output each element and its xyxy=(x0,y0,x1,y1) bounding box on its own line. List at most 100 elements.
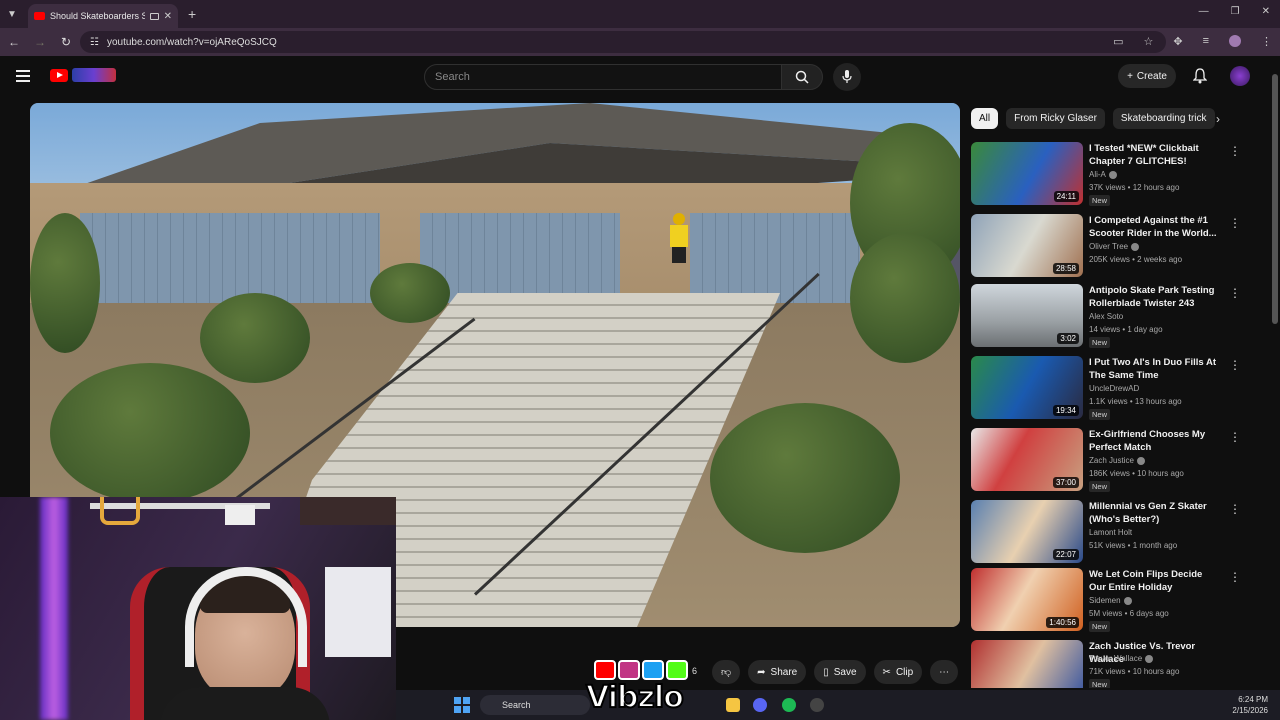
back-icon[interactable]: ← xyxy=(2,35,26,49)
voice-search-button[interactable] xyxy=(833,63,861,91)
more-options-icon[interactable]: ⋮ xyxy=(1229,570,1241,584)
scrollbar-thumb[interactable] xyxy=(1272,74,1278,324)
dislike-button[interactable]: 👎︎ xyxy=(712,660,741,684)
taskbar-search[interactable]: Search xyxy=(480,695,590,715)
channel-label: Trevor Wallace xyxy=(1089,654,1143,663)
minimize-icon[interactable]: — xyxy=(1199,6,1209,17)
streamer-shirt xyxy=(160,687,330,720)
browser-tab[interactable]: Should Skateboarders Start ✕ xyxy=(28,4,178,28)
search-button[interactable] xyxy=(781,64,823,90)
app-icon[interactable] xyxy=(810,698,824,712)
more-horizontal-icon: ⋯ xyxy=(939,666,950,678)
page-scrollbar[interactable] xyxy=(1272,62,1278,684)
recommendation-item[interactable]: 37:00 Ex-Girlfriend Chooses My Perfect M… xyxy=(971,428,1241,494)
chip-from-channel[interactable]: From Ricky Glaser xyxy=(1006,108,1105,129)
more-options-icon[interactable]: ⋮ xyxy=(1229,286,1241,300)
recommendation-item[interactable]: 3:02 Antipolo Skate Park Testing Rollerb… xyxy=(971,284,1241,350)
channel-name[interactable]: Alex Soto xyxy=(1089,312,1123,321)
notifications-bell-icon[interactable] xyxy=(1192,68,1208,89)
video-thumbnail[interactable]: 19:34 xyxy=(971,356,1083,419)
video-title[interactable]: Millennial vs Gen Z Skater (Who's Better… xyxy=(1089,500,1217,526)
webcam-overlay xyxy=(0,497,396,720)
taskbar-clock[interactable]: 6:24 PM 2/15/2026 xyxy=(1232,694,1268,716)
recommendation-item[interactable]: 22:07 Millennial vs Gen Z Skater (Who's … xyxy=(971,500,1241,566)
video-meta: 5M views • 6 days ago xyxy=(1089,609,1169,618)
discord-icon[interactable] xyxy=(753,698,767,712)
video-thumbnail[interactable] xyxy=(971,640,1083,688)
reading-list-icon[interactable]: ≡ xyxy=(1203,35,1209,48)
spotify-icon[interactable] xyxy=(782,698,796,712)
duration-badge: 3:02 xyxy=(1057,333,1079,344)
bookmark-icon: ▯ xyxy=(823,666,829,678)
video-thumbnail[interactable]: 37:00 xyxy=(971,428,1083,491)
watermark-social-icons xyxy=(594,660,688,680)
new-tab-icon[interactable]: + xyxy=(188,6,196,22)
more-actions-button[interactable]: ⋯ xyxy=(930,660,959,684)
video-title[interactable]: I Competed Against the #1 Scooter Rider … xyxy=(1089,214,1217,240)
recommendation-item[interactable]: 28:58 I Competed Against the #1 Scooter … xyxy=(971,214,1241,280)
url-field[interactable]: ☷ youtube.com/watch?v=ojAReQoSJCQ xyxy=(80,31,1166,53)
channel-name[interactable]: Lamont Holt xyxy=(1089,528,1132,537)
hamburger-menu-icon[interactable] xyxy=(16,70,30,82)
chip-all[interactable]: All xyxy=(971,108,999,129)
more-options-icon[interactable]: ⋮ xyxy=(1229,430,1241,444)
extensions-icon[interactable]: ✥ xyxy=(1173,35,1182,48)
forward-icon[interactable]: → xyxy=(28,35,52,49)
video-title[interactable]: Ex-Girlfriend Chooses My Perfect Match xyxy=(1089,428,1217,454)
duration-badge: 19:34 xyxy=(1052,405,1079,416)
video-title[interactable]: Antipolo Skate Park Testing Rollerblade … xyxy=(1089,284,1217,310)
youtube-logo[interactable] xyxy=(50,68,116,82)
clip-button[interactable]: ✂ Clip xyxy=(873,660,923,684)
twitter-icon xyxy=(642,660,664,680)
browser-menu-icon[interactable]: ⋮ xyxy=(1261,35,1272,48)
reload-icon[interactable]: ↻ xyxy=(54,35,78,49)
kick-icon xyxy=(666,660,688,680)
tab-list-icon[interactable]: ▼ xyxy=(0,0,24,28)
create-button[interactable]: + Create xyxy=(1118,64,1176,88)
close-window-icon[interactable]: ✕ xyxy=(1262,6,1270,17)
youtube-play-icon xyxy=(50,68,68,82)
channel-label: Oliver Tree xyxy=(1089,242,1129,251)
channel-name[interactable]: Zach Justice xyxy=(1089,456,1145,465)
recommendation-item[interactable]: 1:40:56 We Let Coin Flips Decide Our Ent… xyxy=(971,568,1241,634)
video-thumbnail[interactable]: 3:02 xyxy=(971,284,1083,347)
video-thumbnail[interactable]: 1:40:56 xyxy=(971,568,1083,631)
windows-start-icon[interactable] xyxy=(454,697,470,713)
close-tab-icon[interactable]: ✕ xyxy=(164,11,172,22)
recommendation-item[interactable]: Zach Justice Vs. Trevor Wallace Trevor W… xyxy=(971,640,1241,688)
chip-skateboarding[interactable]: Skateboarding trick xyxy=(1112,108,1215,129)
bookmark-star-icon[interactable]: ☆ xyxy=(1143,35,1153,48)
account-avatar[interactable] xyxy=(1230,66,1250,86)
windows-taskbar: Search 6:24 PM 2/15/2026 xyxy=(396,690,1280,720)
video-title[interactable]: I Tested *NEW* Clickbait Chapter 7 GLITC… xyxy=(1089,142,1217,168)
profile-icon[interactable] xyxy=(1229,35,1241,47)
media-icon[interactable] xyxy=(149,12,159,20)
microphone-icon xyxy=(842,70,852,83)
channel-name[interactable]: Trevor Wallace xyxy=(1089,654,1154,663)
more-options-icon[interactable]: ⋮ xyxy=(1229,144,1241,158)
video-actions: 👎︎ ➦ Share ▯ Save ✂ Clip ⋯ xyxy=(712,660,959,684)
file-explorer-icon[interactable] xyxy=(726,698,740,712)
search-input[interactable]: Search xyxy=(424,64,782,90)
more-options-icon[interactable]: ⋮ xyxy=(1229,216,1241,230)
video-title[interactable]: We Let Coin Flips Decide Our Entire Holi… xyxy=(1089,568,1217,594)
restore-icon[interactable]: ❐ xyxy=(1231,6,1240,17)
cast-icon[interactable]: ▭ xyxy=(1113,35,1123,48)
share-button[interactable]: ➦ Share xyxy=(748,660,807,684)
recommendation-item[interactable]: 24:11 I Tested *NEW* Clickbait Chapter 7… xyxy=(971,142,1241,208)
scissors-icon: ✂ xyxy=(882,666,891,678)
video-thumbnail[interactable]: 28:58 xyxy=(971,214,1083,277)
channel-name[interactable]: Oliver Tree xyxy=(1089,242,1140,251)
channel-name[interactable]: Ali-A xyxy=(1089,170,1117,179)
more-options-icon[interactable]: ⋮ xyxy=(1229,502,1241,516)
save-button[interactable]: ▯ Save xyxy=(814,660,866,684)
video-title[interactable]: I Put Two AI's In Duo Fills At The Same … xyxy=(1089,356,1217,382)
more-options-icon[interactable]: ⋮ xyxy=(1229,358,1241,372)
video-thumbnail[interactable]: 22:07 xyxy=(971,500,1083,563)
chevron-right-icon[interactable]: › xyxy=(1216,112,1220,126)
site-info-icon[interactable]: ☷ xyxy=(90,37,99,48)
video-thumbnail[interactable]: 24:11 xyxy=(971,142,1083,205)
channel-name[interactable]: UncleDrewAD xyxy=(1089,384,1139,393)
recommendation-item[interactable]: 19:34 I Put Two AI's In Duo Fills At The… xyxy=(971,356,1241,422)
channel-name[interactable]: Sidemen xyxy=(1089,596,1132,605)
